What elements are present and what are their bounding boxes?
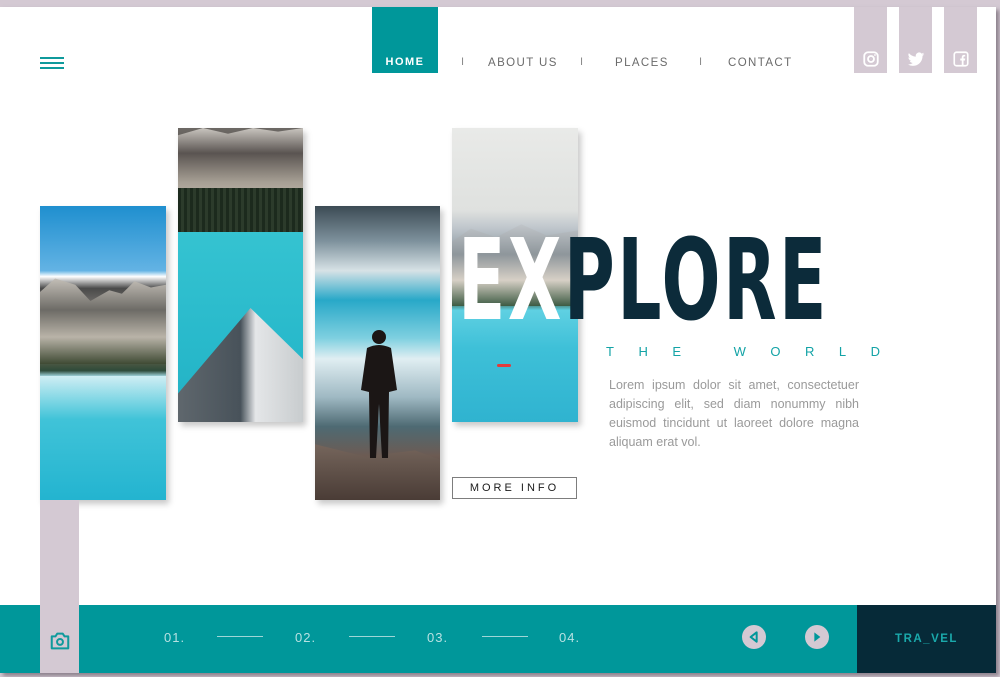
arrow-right-icon [814, 632, 821, 642]
step-connector [482, 636, 528, 637]
instagram-icon [862, 51, 879, 67]
nav-home-label: HOME [385, 56, 425, 68]
nav-contact[interactable]: CONTACT [728, 57, 793, 69]
photo-person-cliff[interactable] [315, 206, 440, 500]
hero-subtitle: THE WORLD [606, 344, 905, 359]
step-connector [349, 636, 395, 637]
hero-title-part2: PLORE [563, 216, 829, 346]
hero-description: Lorem ipsum dolor sit amet, consectetuer… [609, 378, 859, 449]
prev-button[interactable] [742, 625, 766, 649]
nav-places[interactable]: PLACES [615, 57, 669, 69]
camera-icon [50, 632, 70, 650]
brand-logo[interactable]: TRA_VEL [857, 605, 996, 673]
hero-title: EXPLORE [458, 225, 829, 337]
step-2[interactable]: 02. [295, 630, 316, 645]
camera-button[interactable] [49, 630, 71, 652]
step-3[interactable]: 03. [427, 630, 448, 645]
step-connector [217, 636, 263, 637]
photo-mountain-lake[interactable] [40, 206, 166, 500]
next-button[interactable] [805, 625, 829, 649]
facebook-button[interactable] [944, 7, 977, 73]
person-silhouette [361, 330, 397, 458]
more-info-button[interactable]: MORE INFO [452, 477, 577, 499]
hero-title-part1: EX [458, 216, 564, 346]
nav-about-us[interactable]: ABOUT US [488, 57, 558, 69]
nav-home[interactable]: HOME [372, 7, 438, 73]
hamburger-menu-icon[interactable] [40, 52, 64, 74]
facebook-icon [952, 51, 969, 67]
photo-canoe-lake[interactable] [178, 128, 303, 422]
instagram-button[interactable] [854, 7, 887, 73]
step-1[interactable]: 01. [164, 630, 185, 645]
twitter-button[interactable] [899, 7, 932, 73]
more-info-label: MORE INFO [469, 482, 560, 494]
twitter-icon [907, 52, 924, 66]
step-4[interactable]: 04. [559, 630, 580, 645]
nav-separator: I [580, 56, 584, 68]
brand-label: TRA_VEL [895, 633, 958, 645]
landing-page: HOME I ABOUT US I PLACES I CONTACT EXPLO… [0, 7, 996, 673]
arrow-left-icon [749, 631, 758, 643]
nav-separator: I [699, 56, 703, 68]
nav-separator: I [461, 56, 465, 68]
